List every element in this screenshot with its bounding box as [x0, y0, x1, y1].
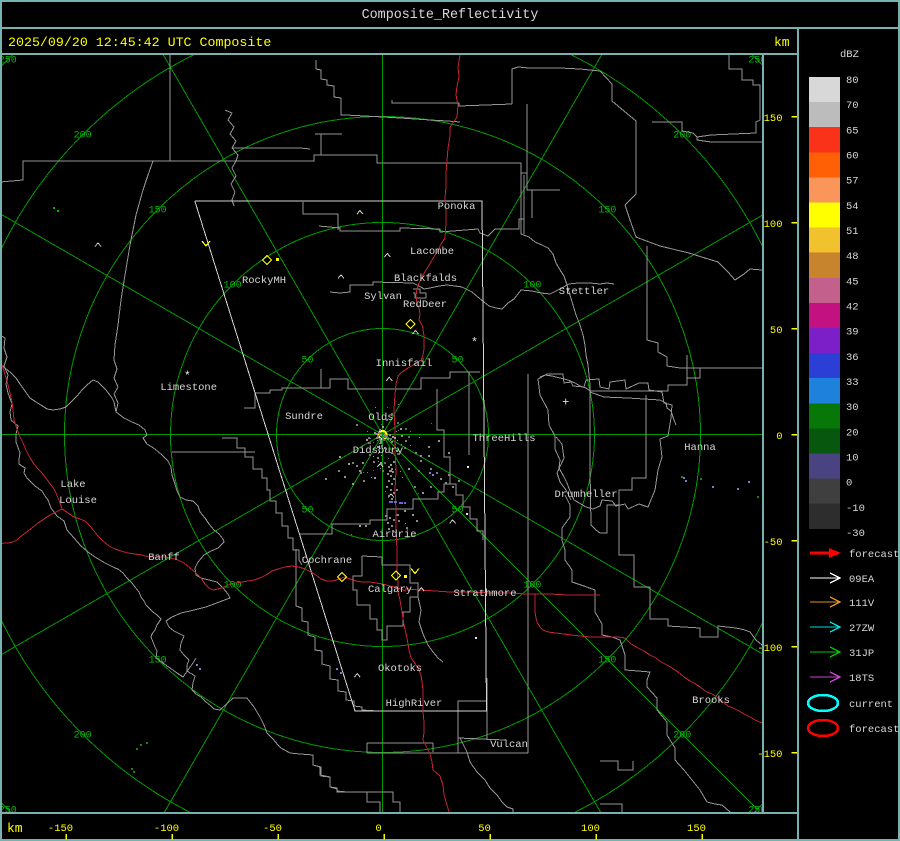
svg-text:-50: -50 — [764, 537, 783, 549]
svg-text:51: 51 — [846, 226, 859, 238]
svg-text:31JP: 31JP — [849, 648, 874, 660]
svg-text:20: 20 — [846, 427, 859, 439]
svg-text:current: current — [849, 699, 893, 711]
svg-text:dBZ: dBZ — [840, 49, 859, 61]
svg-text:-150: -150 — [757, 749, 782, 761]
svg-text:27ZW: 27ZW — [849, 623, 875, 635]
svg-text:111V: 111V — [849, 598, 875, 610]
svg-text:39: 39 — [846, 327, 859, 339]
svg-text:-30: -30 — [846, 528, 865, 540]
svg-text:forecast: forecast — [849, 549, 899, 561]
svg-text:-100: -100 — [154, 823, 179, 835]
svg-text:50: 50 — [770, 325, 783, 337]
svg-text:18TS: 18TS — [849, 673, 874, 685]
svg-text:10: 10 — [846, 453, 859, 465]
svg-text:0: 0 — [846, 478, 852, 490]
svg-text:57: 57 — [846, 176, 859, 188]
svg-text:09EA: 09EA — [849, 574, 875, 586]
svg-text:150: 150 — [764, 113, 783, 125]
svg-text:50: 50 — [478, 823, 491, 835]
svg-text:65: 65 — [846, 125, 859, 137]
svg-text:0: 0 — [776, 431, 782, 443]
svg-text:48: 48 — [846, 251, 859, 263]
svg-text:54: 54 — [846, 201, 859, 213]
svg-text:150: 150 — [687, 823, 706, 835]
svg-text:-10: -10 — [846, 503, 865, 515]
svg-text:42: 42 — [846, 302, 859, 314]
svg-text:forecast: forecast — [849, 724, 899, 736]
svg-text:100: 100 — [764, 219, 783, 231]
svg-text:60: 60 — [846, 151, 859, 163]
svg-text:33: 33 — [846, 377, 859, 389]
svg-text:0: 0 — [375, 823, 381, 835]
svg-text:30: 30 — [846, 402, 859, 414]
svg-text:-50: -50 — [263, 823, 282, 835]
svg-text:-100: -100 — [757, 643, 782, 655]
svg-text:-150: -150 — [48, 823, 73, 835]
svg-text:100: 100 — [581, 823, 600, 835]
svg-text:80: 80 — [846, 75, 859, 87]
svg-text:70: 70 — [846, 100, 859, 112]
svg-text:45: 45 — [846, 276, 859, 288]
svg-text:36: 36 — [846, 352, 859, 364]
